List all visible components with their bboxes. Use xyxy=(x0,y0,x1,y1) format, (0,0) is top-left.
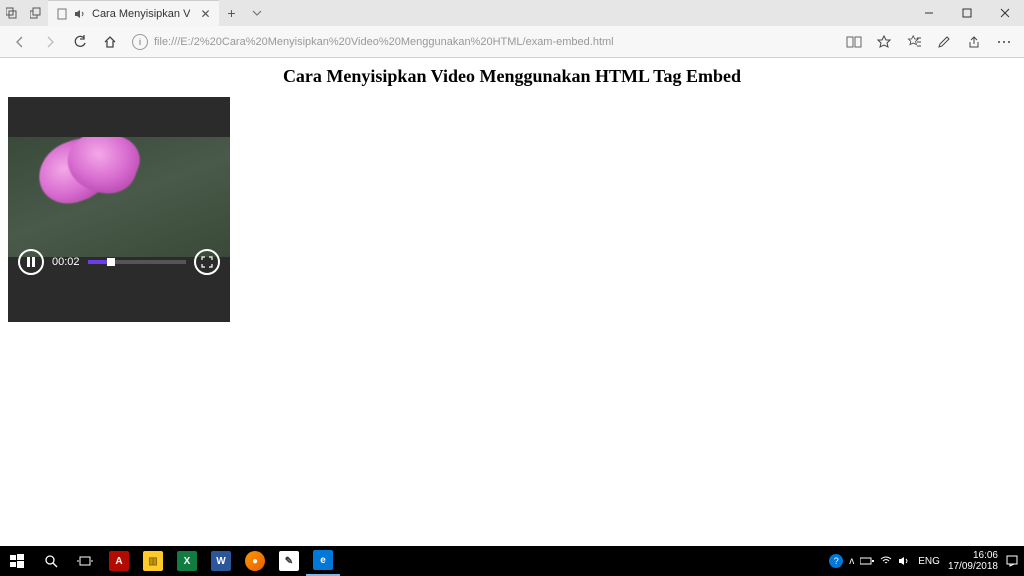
progress-bar[interactable] xyxy=(88,260,186,264)
video-controls: 00:02 xyxy=(8,242,230,282)
minimize-button[interactable] xyxy=(910,0,948,26)
titlebar-left: Cara Menyisipkan V ✕ + xyxy=(0,0,269,26)
taskbar-app-explorer[interactable]: ▥ xyxy=(136,546,170,576)
video-frame xyxy=(8,137,230,257)
home-button[interactable] xyxy=(96,28,124,56)
tab-chevron-icon[interactable] xyxy=(245,10,269,16)
tab-title-text: Cara Menyisipkan V xyxy=(92,8,190,20)
clock-date: 17/09/2018 xyxy=(948,561,998,572)
video-player[interactable]: 00:02 xyxy=(8,97,230,322)
browser-tab[interactable]: Cara Menyisipkan V ✕ xyxy=(48,0,219,26)
language-indicator[interactable]: ENG xyxy=(918,556,940,567)
taskbar-app-paint[interactable]: ✎ xyxy=(272,546,306,576)
task-view-button[interactable] xyxy=(68,546,102,576)
pause-button[interactable] xyxy=(18,249,44,275)
refresh-button[interactable] xyxy=(66,28,94,56)
reading-view-icon[interactable] xyxy=(840,28,868,56)
set-aside-tabs-icon[interactable] xyxy=(0,7,24,19)
page-icon xyxy=(56,8,68,20)
address-bar[interactable]: i file:///E:/2%20Cara%20Menyisipkan%20Vi… xyxy=(132,34,632,50)
system-tray: ? ʌ ENG 16:06 17/09/2018 xyxy=(829,550,1024,572)
start-button[interactable] xyxy=(0,546,34,576)
show-tabs-icon[interactable] xyxy=(24,7,48,19)
video-time: 00:02 xyxy=(52,256,80,268)
fullscreen-button[interactable] xyxy=(194,249,220,275)
page-heading: Cara Menyisipkan Video Menggunakan HTML … xyxy=(8,66,1016,87)
browser-toolbar: i file:///E:/2%20Cara%20Menyisipkan%20Vi… xyxy=(0,26,1024,58)
window-controls xyxy=(910,0,1024,26)
taskbar-app-excel[interactable]: X xyxy=(170,546,204,576)
favorites-list-icon[interactable] xyxy=(900,28,928,56)
progress-fill xyxy=(88,260,108,264)
wifi-icon[interactable] xyxy=(880,556,892,566)
taskbar-app-acrobat[interactable]: A xyxy=(102,546,136,576)
maximize-button[interactable] xyxy=(948,0,986,26)
tray-chevron-icon[interactable]: ʌ xyxy=(849,556,854,567)
window-titlebar: Cara Menyisipkan V ✕ + xyxy=(0,0,1024,26)
tray-icons: ? ʌ xyxy=(829,554,910,568)
search-button[interactable] xyxy=(34,546,68,576)
volume-icon[interactable] xyxy=(898,556,910,566)
toolbar-right xyxy=(840,28,1018,56)
new-tab-button[interactable]: + xyxy=(219,5,245,21)
more-icon[interactable] xyxy=(990,28,1018,56)
close-button[interactable] xyxy=(986,0,1024,26)
share-icon[interactable] xyxy=(960,28,988,56)
taskbar-app-firefox[interactable]: ● xyxy=(238,546,272,576)
sound-icon[interactable] xyxy=(74,9,86,19)
taskbar: A ▥ X W ● ✎ e ? ʌ ENG 16:06 17/09/2018 xyxy=(0,546,1024,576)
battery-icon[interactable] xyxy=(860,557,874,565)
clock-time: 16:06 xyxy=(948,550,998,561)
back-button[interactable] xyxy=(6,28,34,56)
forward-button[interactable] xyxy=(36,28,64,56)
progress-handle[interactable] xyxy=(107,258,115,266)
site-info-icon[interactable]: i xyxy=(132,34,148,50)
notes-icon[interactable] xyxy=(930,28,958,56)
url-text: file:///E:/2%20Cara%20Menyisipkan%20Vide… xyxy=(154,36,614,48)
taskbar-app-edge[interactable]: e xyxy=(306,546,340,576)
clock[interactable]: 16:06 17/09/2018 xyxy=(948,550,998,572)
favorite-star-icon[interactable] xyxy=(870,28,898,56)
page-content: Cara Menyisipkan Video Menggunakan HTML … xyxy=(0,58,1024,546)
notifications-icon[interactable] xyxy=(1006,555,1018,567)
taskbar-app-word[interactable]: W xyxy=(204,546,238,576)
close-tab-icon[interactable]: ✕ xyxy=(200,7,210,21)
help-icon[interactable]: ? xyxy=(829,554,843,568)
